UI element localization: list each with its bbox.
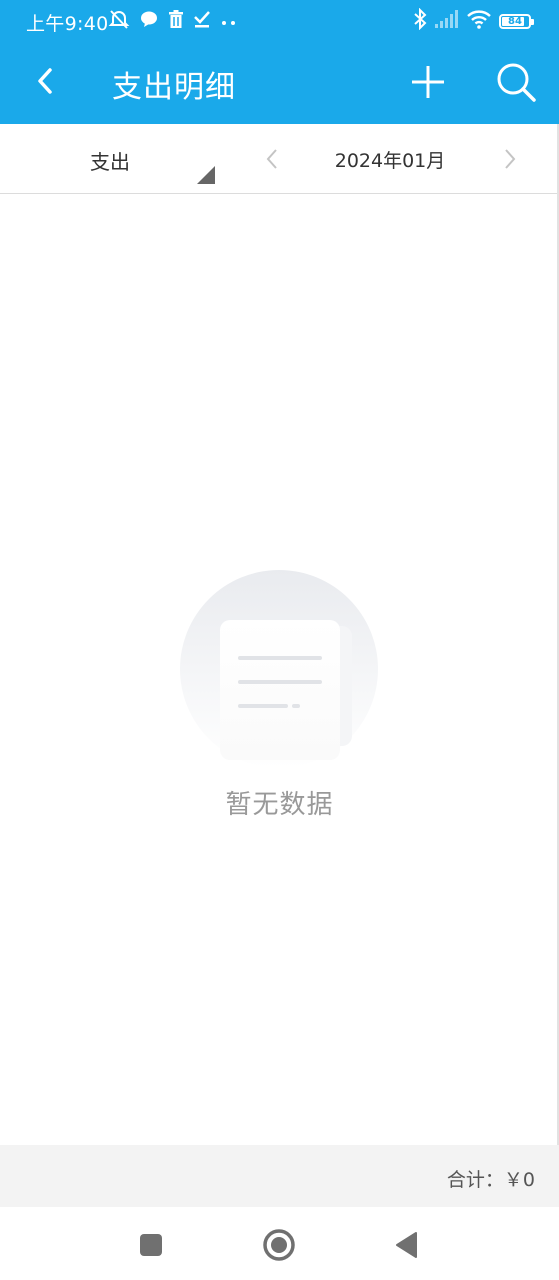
home-button[interactable] <box>259 1225 299 1265</box>
chevron-left-icon <box>38 68 52 94</box>
back-button[interactable] <box>24 60 66 102</box>
page-title: 支出明细 <box>112 70 236 105</box>
list-area: 暂无数据 <box>0 194 559 1144</box>
back-nav-button[interactable] <box>386 1225 426 1265</box>
plus-icon <box>412 66 444 98</box>
wifi-icon <box>467 9 491 33</box>
status-bar: 上午9:40 84 <box>0 0 559 42</box>
total-value: ￥0 <box>503 1169 535 1191</box>
type-dropdown-label: 支出 <box>90 150 130 174</box>
filter-bar: 支出 2024年01月 <box>0 124 559 194</box>
battery-level: 84 <box>508 15 522 27</box>
search-icon <box>497 63 536 102</box>
status-notification-icons <box>108 9 238 33</box>
more-dots-icon <box>220 12 238 31</box>
status-time: 上午9:40 <box>26 13 109 35</box>
mute-alarm-icon <box>108 8 130 34</box>
previous-month-button[interactable] <box>258 144 286 174</box>
empty-document-icon <box>180 570 378 768</box>
trash-icon <box>168 10 184 32</box>
dropdown-corner-icon <box>197 166 215 184</box>
add-button[interactable] <box>404 58 452 106</box>
status-system-icons: 84 <box>413 7 534 34</box>
total-footer: 合计：￥0 <box>0 1145 559 1207</box>
chevron-right-icon <box>505 149 516 169</box>
chat-bubble-icon <box>140 10 158 32</box>
type-dropdown[interactable]: 支出 <box>0 124 222 193</box>
check-icon <box>194 10 210 32</box>
back-triangle-icon <box>396 1232 417 1258</box>
bluetooth-icon <box>413 7 427 34</box>
battery-icon: 84 <box>499 13 534 29</box>
empty-state-message: 暂无数据 <box>225 790 334 820</box>
next-month-button[interactable] <box>496 144 524 174</box>
system-nav-bar <box>0 1207 559 1280</box>
recents-button[interactable] <box>131 1225 171 1265</box>
screen: 上午9:40 84 支出明细 支出 2024年01月 暂无数据 合计：￥0 <box>0 0 559 1280</box>
search-button[interactable] <box>490 56 542 108</box>
recents-square-icon <box>140 1234 162 1256</box>
chevron-left-icon <box>266 149 277 169</box>
home-circle-icon <box>263 1229 295 1261</box>
signal-icon <box>435 10 459 32</box>
total-label: 合计： <box>446 1169 504 1191</box>
app-bar: 支出明细 <box>0 42 559 124</box>
total-summary: 合计：￥0 <box>447 1165 535 1192</box>
month-label[interactable]: 2024年01月 <box>300 146 480 173</box>
